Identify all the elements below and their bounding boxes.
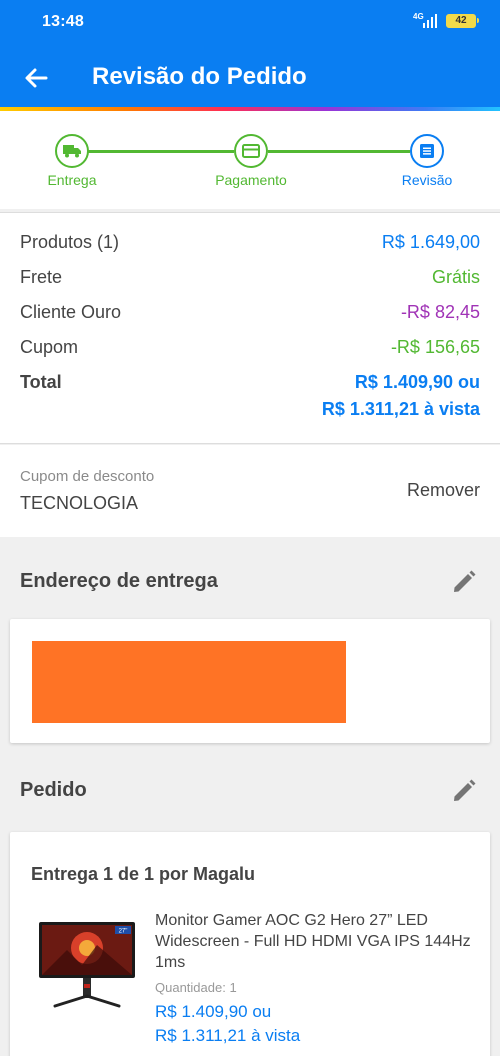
- signal-icon: [423, 14, 437, 28]
- battery-icon: 42: [446, 14, 479, 28]
- step-label-pagamento: Pagamento: [215, 172, 287, 188]
- products-label: Produtos (1): [20, 232, 120, 252]
- order-card: Entrega 1 de 1 por Magalu 27" Monitor Ga…: [10, 832, 490, 1056]
- gold-label: Cliente Ouro: [20, 302, 122, 322]
- coupon-value: -R$ 156,65: [390, 337, 480, 357]
- summary-row-total-cash: R$ 1.311,21 à vista: [20, 399, 480, 425]
- coupon-caption: Cupom de desconto: [20, 468, 155, 485]
- delivery-info: Entrega 1 de 1 por Magalu: [31, 864, 256, 884]
- back-arrow-icon[interactable]: [22, 64, 50, 92]
- total-label: Total: [20, 372, 62, 392]
- product-name[interactable]: Monitor Gamer AOC G2 Hero 27” LED Widesc…: [155, 910, 471, 973]
- summary-row-total: Total R$ 1.409,90 ou: [20, 372, 480, 398]
- status-time: 13:48: [42, 13, 84, 30]
- summary-row-coupon: Cupom -R$ 156,65: [20, 337, 480, 363]
- total-value-cash: R$ 1.311,21 à vista: [321, 399, 480, 419]
- address-card[interactable]: [10, 619, 490, 743]
- truck-icon: [63, 145, 81, 158]
- page-title: Revisão do Pedido: [92, 63, 307, 90]
- step-connector: [87, 150, 234, 153]
- edit-address-pencil-icon[interactable]: [451, 569, 477, 595]
- product-image[interactable]: 27": [37, 920, 137, 1010]
- step-label-entrega: Entrega: [47, 172, 97, 188]
- edit-order-pencil-icon[interactable]: [451, 778, 477, 804]
- step-entrega[interactable]: [55, 134, 89, 168]
- product-size-badge: 27": [119, 929, 128, 935]
- status-bar: 13:48 4G 42: [0, 0, 500, 44]
- coupon-code: TECNOLOGIA: [20, 493, 139, 513]
- address-section-title: Endereço de entrega: [20, 570, 218, 592]
- gold-value: -R$ 82,45: [400, 302, 480, 322]
- freight-label: Frete: [20, 267, 63, 287]
- step-connector: [268, 150, 410, 153]
- product-quantity: Quantidade: 1: [155, 980, 237, 995]
- freight-value: Grátis: [431, 267, 480, 287]
- order-section-title: Pedido: [20, 779, 87, 801]
- summary-row-gold: Cliente Ouro -R$ 82,45: [20, 302, 480, 328]
- redacted-address: [32, 641, 346, 723]
- coupon-label: Cupom: [20, 337, 79, 357]
- step-pagamento[interactable]: [234, 134, 268, 168]
- app-bar: 13:48 4G 42 Revisão do Pedido: [0, 0, 500, 108]
- products-value: R$ 1.649,00: [381, 232, 480, 252]
- remove-coupon-button[interactable]: Remover: [407, 480, 480, 501]
- summary-row-products: Produtos (1) R$ 1.649,00: [20, 232, 480, 258]
- product-price-installments: R$ 1.409,90 ou: [155, 1002, 272, 1021]
- list-icon: [420, 144, 434, 158]
- card-icon: [242, 144, 260, 158]
- total-value-installments: R$ 1.409,90 ou: [354, 372, 480, 392]
- product-price-cash: R$ 1.311,21 à vista: [155, 1026, 301, 1045]
- summary-row-freight: Frete Grátis: [20, 267, 480, 293]
- order-summary: Produtos (1) R$ 1.649,00 Frete Grátis Cl…: [0, 212, 500, 444]
- coupon-card: Cupom de desconto TECNOLOGIA Remover: [0, 445, 500, 537]
- step-label-revisao: Revisão: [401, 172, 453, 188]
- step-revisao[interactable]: [410, 134, 444, 168]
